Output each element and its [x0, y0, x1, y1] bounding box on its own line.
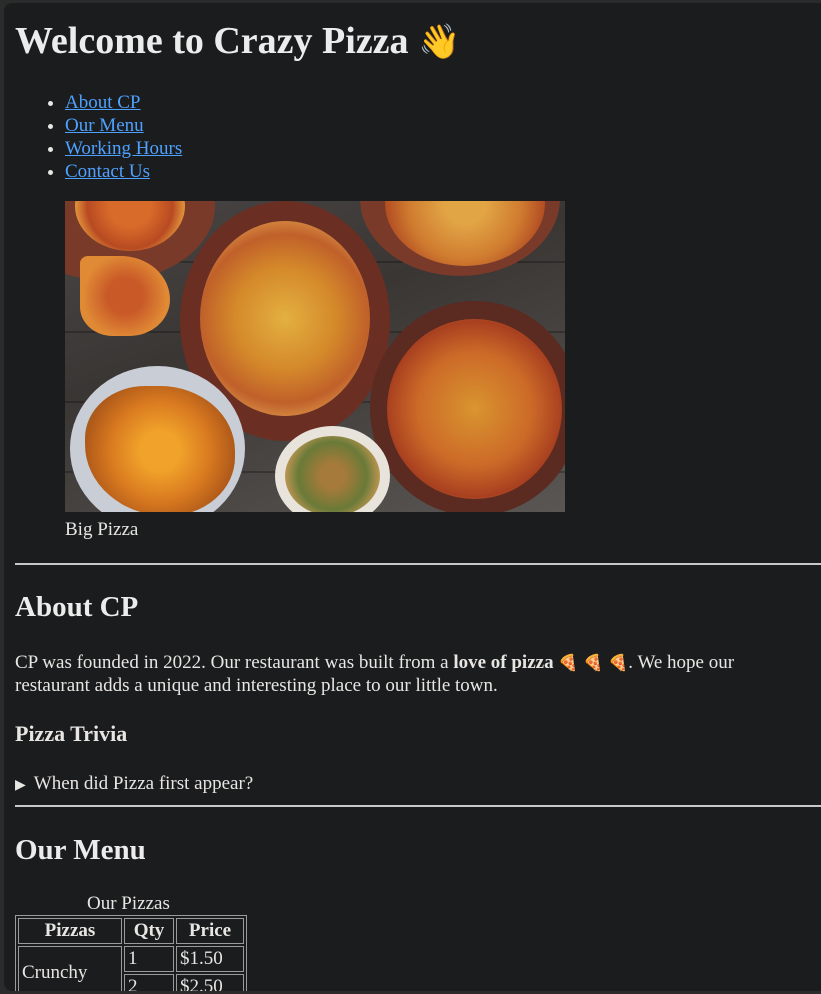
waving-hand-icon: 👋: [418, 22, 461, 62]
nav-item-contact: Contact Us: [65, 160, 182, 183]
about-bold-text: love of pizza: [453, 652, 554, 673]
qty-cell: 1: [124, 946, 174, 972]
about-heading: About CP: [15, 591, 139, 623]
table-header-row: Pizzas Qty Price: [18, 918, 244, 944]
page-title-text: Welcome to Crazy Pizza: [15, 20, 409, 62]
trivia-question: When did Pizza first appear?: [33, 773, 254, 794]
col-pizzas: Pizzas: [18, 918, 122, 944]
price-cell: $2.50: [176, 974, 244, 991]
about-text-start: CP was founded in 2022. Our restaurant w…: [15, 652, 454, 673]
nav-link-menu[interactable]: Our Menu: [65, 115, 144, 136]
menu-heading: Our Menu: [15, 834, 146, 866]
image-caption: Big Pizza: [65, 519, 139, 540]
divider-2: [15, 805, 821, 807]
qty-cell: 2: [124, 974, 174, 991]
trivia-disclosure[interactable]: ▶ When did Pizza first appear?: [15, 773, 253, 795]
table-row: Crunchy 1 $1.50: [18, 946, 244, 991]
hero-figure: Big Pizza: [65, 201, 565, 541]
pizza-icon: 🍕 🍕 🍕: [558, 653, 629, 672]
nav-list: About CP Our Menu Working Hours Contact …: [15, 91, 182, 183]
browser-frame: Welcome to Crazy Pizza 👋 About CP Our Me…: [4, 3, 821, 991]
divider-1: [15, 563, 821, 565]
table-caption: Our Pizzas: [87, 893, 170, 914]
nav-link-contact[interactable]: Contact Us: [65, 161, 150, 182]
about-paragraph: CP was founded in 2022. Our restaurant w…: [15, 651, 755, 697]
pizza-image: [65, 201, 565, 512]
price-cell: $1.50: [176, 946, 244, 972]
nav-item-hours: Working Hours: [65, 137, 182, 160]
disclosure-triangle-icon: ▶: [15, 777, 26, 793]
nav-link-hours[interactable]: Working Hours: [65, 138, 182, 159]
nav-item-menu: Our Menu: [65, 114, 182, 137]
col-price: Price: [176, 918, 244, 944]
nav-item-about: About CP: [65, 91, 182, 114]
pizza-table: Pizzas Qty Price Crunchy 1 $1.50 2 $2.50: [15, 915, 247, 991]
nav-link-about[interactable]: About CP: [65, 92, 141, 113]
pizza-name-cell: Crunchy: [18, 946, 122, 991]
col-qty: Qty: [124, 918, 174, 944]
trivia-heading: Pizza Trivia: [15, 721, 128, 746]
page-title: Welcome to Crazy Pizza 👋: [15, 19, 460, 63]
